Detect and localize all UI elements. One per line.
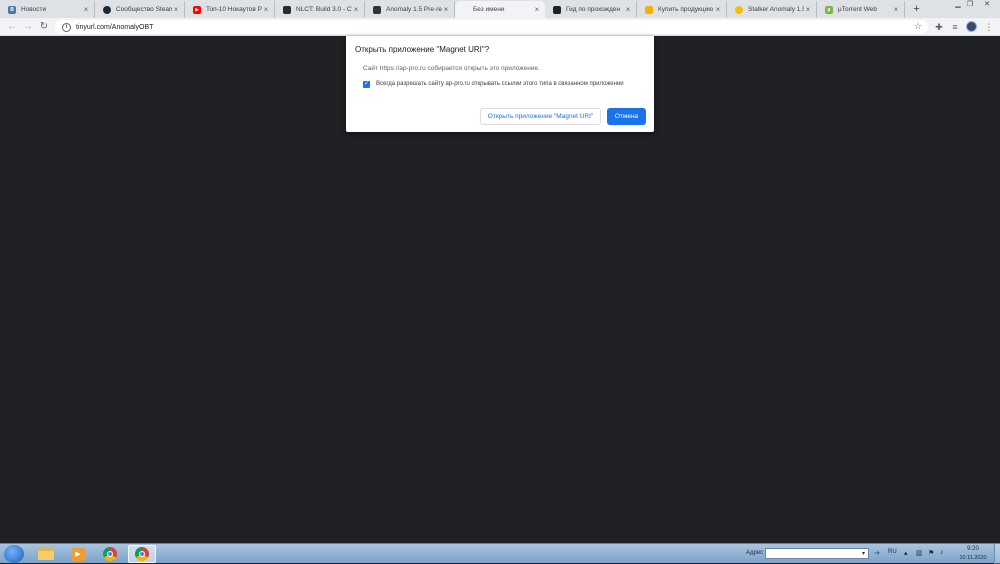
chevron-down-icon[interactable]: ▾ bbox=[862, 550, 865, 557]
tab-news[interactable]: B Новости × bbox=[0, 1, 95, 18]
language-indicator[interactable]: RU bbox=[888, 549, 897, 555]
moddb-icon bbox=[373, 5, 381, 14]
tab-steam[interactable]: Сообщество Steam × bbox=[95, 1, 185, 18]
close-icon[interactable]: × bbox=[172, 5, 180, 14]
dialog-title: Открыть приложение "Magnet URI"? bbox=[355, 45, 490, 54]
tab-label: Топ-10 Нокаутов Р bbox=[206, 6, 262, 13]
go-arrow-icon[interactable]: ➔ bbox=[872, 548, 882, 559]
chrome-icon bbox=[103, 547, 117, 561]
info-icon[interactable]: i bbox=[62, 22, 71, 32]
always-allow-label[interactable]: Всегда разрешать сайту ap-pro.ru открыва… bbox=[376, 81, 624, 87]
star-icon[interactable]: ☆ bbox=[914, 21, 922, 32]
tab-label: Купить продукцию bbox=[658, 6, 714, 13]
profile-avatar[interactable] bbox=[966, 21, 977, 32]
close-icon[interactable]: × bbox=[82, 5, 90, 14]
tab-strip: B Новости × Сообщество Steam × ▶ Топ-10 … bbox=[0, 0, 1000, 18]
close-icon[interactable]: × bbox=[624, 5, 632, 14]
nlc-icon bbox=[283, 5, 291, 14]
close-window-icon[interactable]: ✕ bbox=[980, 1, 994, 9]
tab-untitled[interactable]: Без имени × bbox=[455, 1, 545, 18]
media-player-taskbar-button[interactable]: ▶ bbox=[64, 545, 92, 563]
tab-label: NLCT: Build 3.0 - Ст bbox=[296, 6, 352, 13]
apro-icon bbox=[553, 5, 561, 14]
flag-icon[interactable]: ⚑ bbox=[928, 549, 934, 557]
tab-label: Stalker Anomaly 1.5 bbox=[748, 6, 804, 13]
show-hidden-icons-icon[interactable]: ▴ bbox=[904, 549, 908, 557]
minimize-icon[interactable]: ▁ bbox=[953, 1, 963, 9]
tab-nlct[interactable]: NLCT: Build 3.0 - Ст × bbox=[275, 1, 365, 18]
new-tab-button[interactable]: + bbox=[910, 3, 923, 16]
clock-time[interactable]: 9:20 bbox=[958, 546, 988, 552]
address-toolbar-input[interactable] bbox=[765, 548, 869, 559]
tab-label: Сообщество Steam bbox=[116, 6, 172, 13]
radiation-icon bbox=[735, 5, 743, 14]
extensions-icon[interactable]: ✚ bbox=[933, 21, 945, 33]
close-icon[interactable]: × bbox=[804, 5, 812, 14]
close-icon[interactable]: × bbox=[442, 5, 450, 14]
reload-button[interactable]: ↻ bbox=[38, 21, 50, 33]
close-icon[interactable]: × bbox=[714, 5, 722, 14]
chrome-active-taskbar-button[interactable] bbox=[128, 545, 156, 563]
address-toolbar-label: Адрес bbox=[746, 550, 764, 556]
tab-shop[interactable]: Купить продукцию × bbox=[637, 1, 727, 18]
close-icon[interactable]: × bbox=[262, 5, 270, 14]
tab-label: Без имени bbox=[473, 6, 505, 13]
tab-label: Гид по прохожден bbox=[566, 6, 621, 13]
chrome-icon bbox=[135, 547, 149, 561]
explorer-taskbar-button[interactable] bbox=[32, 545, 60, 563]
utorrent-icon: µ bbox=[825, 5, 833, 14]
url-text: tinyurl.com/AnomalyOBT bbox=[76, 23, 154, 31]
media-player-icon: ▶ bbox=[71, 547, 85, 561]
tab-label: µTorrent Web bbox=[838, 6, 878, 13]
always-allow-checkbox[interactable]: ✓ bbox=[363, 81, 370, 88]
back-button[interactable]: ← bbox=[6, 21, 18, 33]
tab-label: Новости bbox=[21, 6, 47, 13]
tab-utorrent[interactable]: µ µTorrent Web × bbox=[817, 1, 905, 18]
open-app-dialog: Открыть приложение "Magnet URI"? Сайт ht… bbox=[346, 36, 654, 132]
forward-button[interactable]: → bbox=[22, 21, 34, 33]
browser-toolbar: ← → ↻ i tinyurl.com/AnomalyOBT ☆ ✚ ≡ ⋮ bbox=[0, 18, 1000, 36]
open-app-button[interactable]: Открыть приложение "Magnet URI" bbox=[480, 108, 601, 125]
restore-icon[interactable]: ❐ bbox=[965, 1, 975, 9]
close-icon[interactable]: × bbox=[352, 5, 360, 14]
address-bar[interactable]: i tinyurl.com/AnomalyOBT ☆ bbox=[55, 20, 928, 34]
menu-icon[interactable]: ⋮ bbox=[983, 21, 995, 33]
show-desktop-button[interactable] bbox=[994, 544, 1000, 564]
clock-date[interactable]: 10.11.2020 bbox=[955, 555, 991, 561]
youtube-icon: ▶ bbox=[193, 5, 201, 14]
vk-icon: B bbox=[8, 5, 16, 14]
tab-anomaly[interactable]: Anomaly 1.5 Pre-rel × bbox=[365, 1, 455, 18]
tab-label: Anomaly 1.5 Pre-rel bbox=[386, 6, 442, 13]
steam-icon bbox=[103, 5, 111, 14]
close-icon[interactable]: × bbox=[533, 5, 541, 14]
shop-icon bbox=[645, 5, 653, 14]
start-button[interactable] bbox=[4, 545, 24, 563]
network-icon[interactable]: ▥ bbox=[916, 549, 923, 557]
dialog-message: Сайт https://ap-pro.ru собирается открыт… bbox=[363, 65, 540, 72]
close-icon[interactable]: × bbox=[892, 5, 900, 14]
folder-icon bbox=[38, 548, 54, 560]
tab-stalker[interactable]: Stalker Anomaly 1.5 × bbox=[727, 1, 817, 18]
taskbar: ▶ Адрес ▾ ➔ RU ▴ ▥ ⚑ ♪ 9:20 10.11.2020 bbox=[0, 543, 1000, 564]
tab-youtube[interactable]: ▶ Топ-10 Нокаутов Р × bbox=[185, 1, 275, 18]
cancel-button[interactable]: Отмена bbox=[607, 108, 646, 125]
tab-guide[interactable]: Гид по прохожден × bbox=[545, 1, 637, 18]
chrome-taskbar-button[interactable] bbox=[96, 545, 124, 563]
volume-icon[interactable]: ♪ bbox=[940, 549, 944, 556]
media-controls-icon[interactable]: ≡ bbox=[949, 21, 961, 33]
